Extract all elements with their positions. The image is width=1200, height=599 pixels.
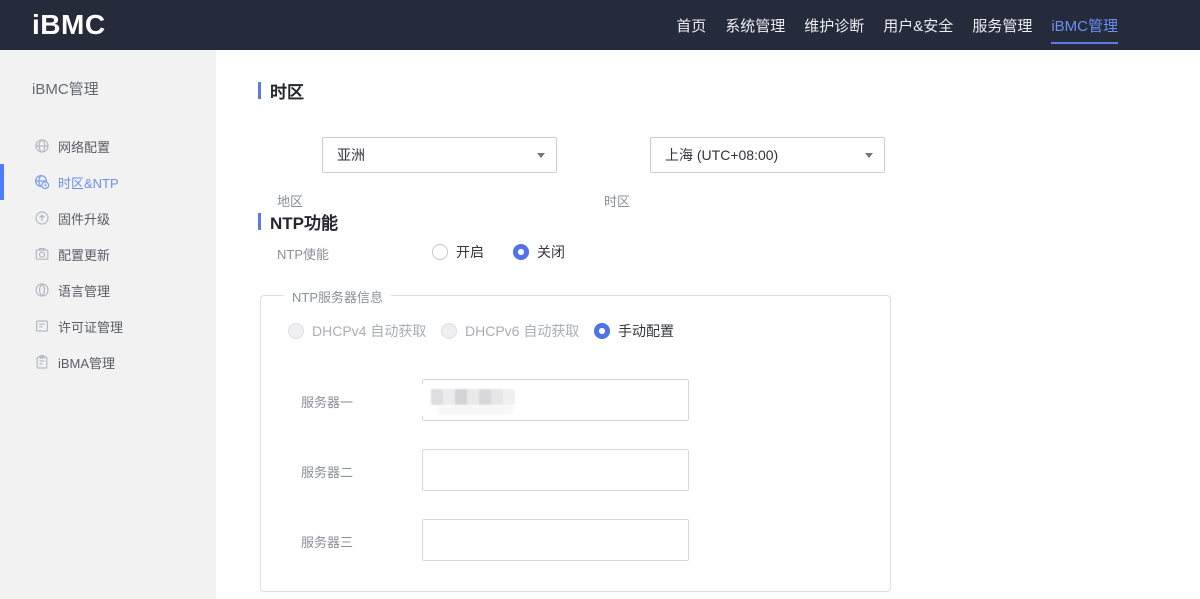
dhcpv6-auto-radio[interactable]: DHCPv6 自动获取 — [441, 321, 579, 341]
sidebar-item-label: 配置更新 — [58, 245, 110, 264]
firmware-upgrade-icon — [34, 210, 50, 226]
sidebar: iBMC管理 网络配置 时区&NTP — [0, 50, 216, 599]
nav-item-service-management[interactable]: 服务管理 — [972, 0, 1032, 50]
nav-item-home[interactable]: 首页 — [676, 0, 706, 50]
license-icon — [34, 318, 50, 334]
sidebar-item-ibma-management[interactable]: iBMA管理 — [0, 344, 216, 380]
ntp-enable-label: NTP使能 — [277, 244, 329, 263]
chevron-down-icon — [865, 153, 873, 158]
sidebar-item-label: 许可证管理 — [58, 317, 123, 336]
sidebar-item-label: 语言管理 — [58, 281, 110, 300]
ntp-enable-off-radio[interactable]: 关闭 — [513, 242, 565, 262]
nav-item-ibmc-management[interactable]: iBMC管理 — [1051, 0, 1118, 50]
server-two-input[interactable] — [422, 449, 689, 491]
clipboard-icon — [34, 354, 50, 370]
ntp-server-group: NTP服务器信息 DHCPv4 自动获取 DHCPv6 自动获取 手动配置 服务… — [260, 295, 891, 592]
dhcpv4-auto-radio[interactable]: DHCPv4 自动获取 — [288, 321, 426, 341]
server-three-input[interactable] — [422, 519, 689, 561]
server-two-label: 服务器二 — [301, 462, 353, 481]
top-header: iBMC 首页 系统管理 维护诊断 用户&安全 服务管理 iBMC管理 — [0, 0, 1200, 50]
top-nav: 首页 系统管理 维护诊断 用户&安全 服务管理 iBMC管理 — [676, 0, 1118, 50]
app-logo: iBMC — [32, 9, 106, 41]
sidebar-item-label: iBMA管理 — [58, 353, 115, 372]
nav-item-system-management[interactable]: 系统管理 — [725, 0, 785, 50]
language-icon — [34, 282, 50, 298]
region-select[interactable]: 亚洲 — [322, 137, 557, 173]
timezone-clock-icon — [34, 174, 50, 190]
ntp-enable-on-radio[interactable]: 开启 — [432, 242, 484, 262]
timezone-select-value: 上海 (UTC+08:00) — [665, 145, 778, 165]
region-select-value: 亚洲 — [337, 145, 365, 165]
sidebar-item-label: 网络配置 — [58, 137, 110, 156]
sidebar-item-firmware-upgrade[interactable]: 固件升级 — [0, 200, 216, 236]
ntp-server-group-legend: NTP服务器信息 — [284, 287, 391, 306]
ntp-section-title: NTP功能 — [258, 209, 338, 234]
sidebar-menu: 网络配置 时区&NTP 固件升级 — [0, 128, 216, 380]
manual-config-radio[interactable]: 手动配置 — [594, 321, 674, 341]
ibmc-management-page: iBMC 首页 系统管理 维护诊断 用户&安全 服务管理 iBMC管理 iBMC… — [0, 0, 1200, 599]
chevron-down-icon — [537, 153, 545, 158]
timezone-select[interactable]: 上海 (UTC+08:00) — [650, 137, 885, 173]
sidebar-item-timezone-ntp[interactable]: 时区&NTP — [0, 164, 216, 200]
sidebar-title: iBMC管理 — [0, 50, 216, 99]
sidebar-item-label: 固件升级 — [58, 209, 110, 228]
nav-item-maintenance-diagnosis[interactable]: 维护诊断 — [804, 0, 864, 50]
radio-disabled-icon — [441, 323, 457, 339]
radio-disabled-icon — [288, 323, 304, 339]
sidebar-item-network-config[interactable]: 网络配置 — [0, 128, 216, 164]
sidebar-item-label: 时区&NTP — [58, 173, 119, 192]
radio-checked-icon — [594, 323, 610, 339]
config-update-icon — [34, 246, 50, 262]
timezone-section-title: 时区 — [258, 78, 304, 103]
network-icon — [34, 138, 50, 154]
main-content: 时区 地区 亚洲 时区 上海 (UTC+08:00) NTP功能 NTP使能 开… — [216, 50, 1200, 599]
nav-item-user-security[interactable]: 用户&安全 — [883, 0, 953, 50]
radio-checked-icon — [513, 244, 529, 260]
section-accent-bar — [258, 82, 261, 99]
server-one-label: 服务器一 — [301, 392, 353, 411]
sidebar-item-license-management[interactable]: 许可证管理 — [0, 308, 216, 344]
server-three-label: 服务器三 — [301, 532, 353, 551]
radio-unchecked-icon — [432, 244, 448, 260]
section-accent-bar — [258, 213, 261, 230]
server-one-input[interactable] — [422, 379, 689, 421]
sidebar-item-language-management[interactable]: 语言管理 — [0, 272, 216, 308]
timezone-label: 时区 — [604, 191, 630, 210]
region-label: 地区 — [277, 191, 303, 210]
sidebar-item-config-update[interactable]: 配置更新 — [0, 236, 216, 272]
